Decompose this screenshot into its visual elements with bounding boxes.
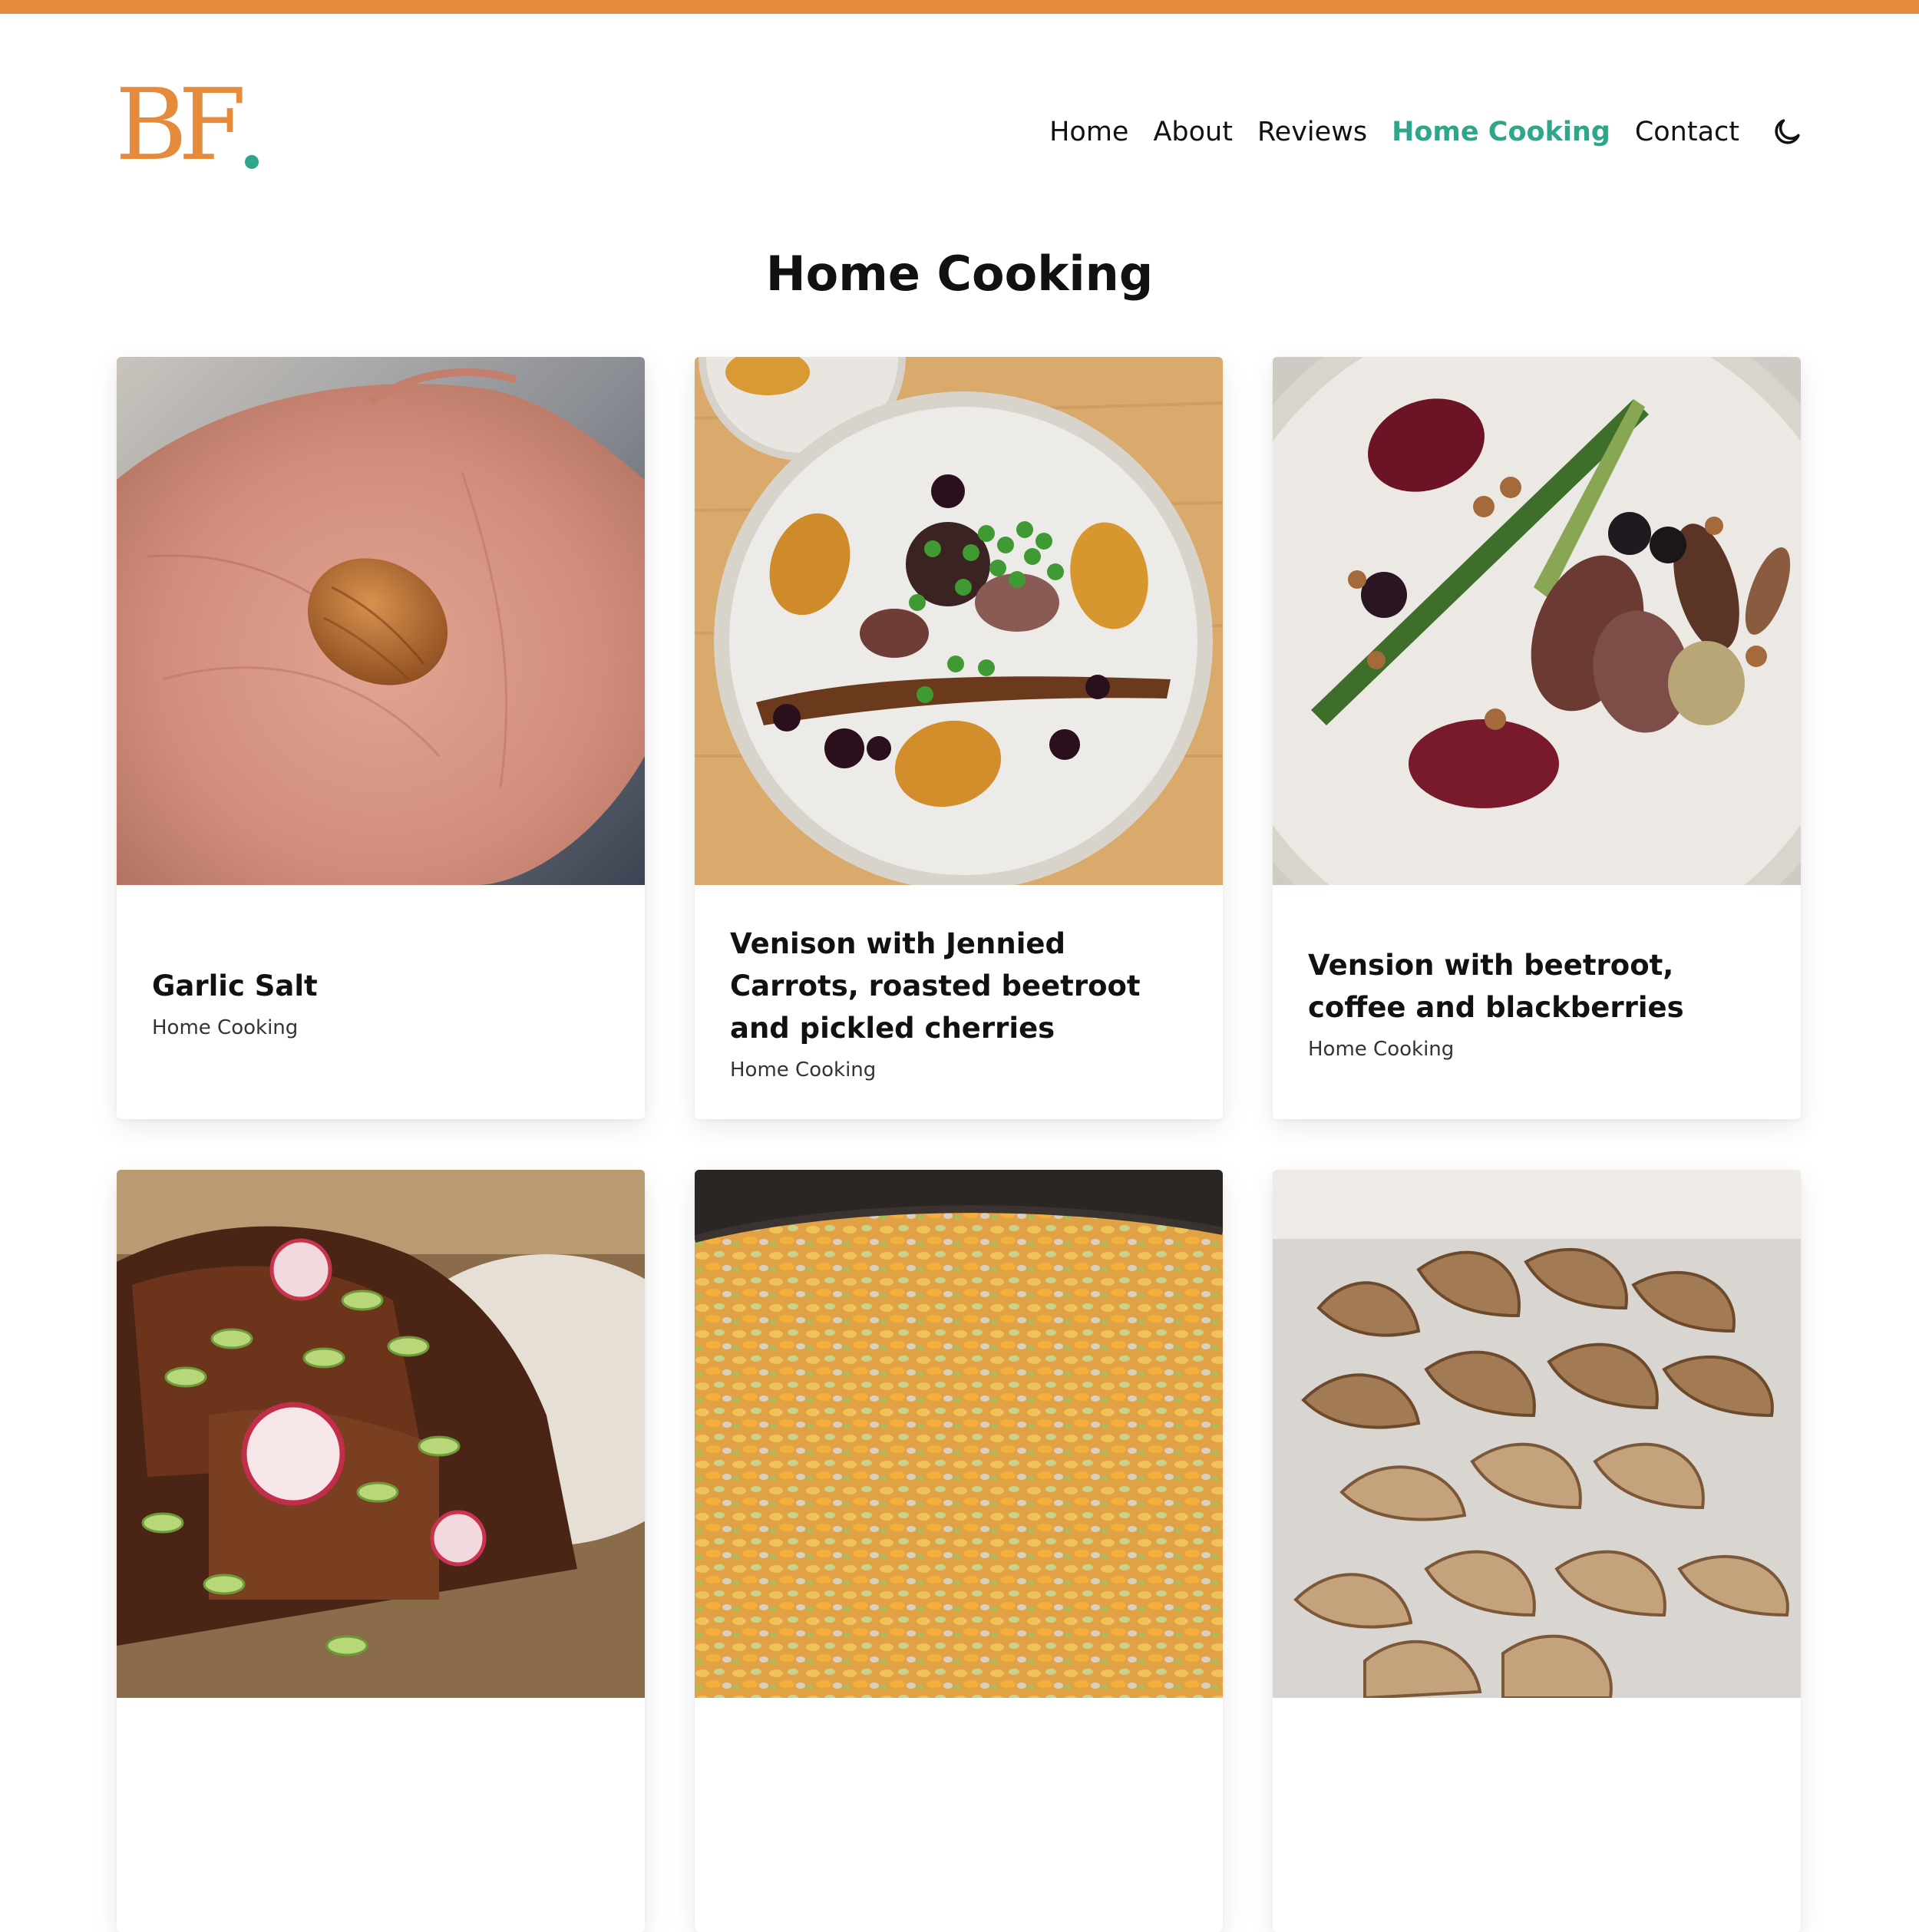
main-nav: Home About Reviews Home Cooking Contact <box>1049 111 1804 153</box>
post-image-dried-mushrooms <box>1273 1170 1801 1698</box>
nav-home[interactable]: Home <box>1049 117 1128 147</box>
post-category[interactable]: Home Cooking <box>152 1016 609 1039</box>
post-card[interactable]: Venison with Jennied Carrots, roasted be… <box>695 357 1223 1119</box>
post-image-dried-flakes <box>695 1170 1223 1698</box>
nav-contact[interactable]: Contact <box>1635 117 1739 147</box>
logo-dot <box>244 155 259 169</box>
post-card[interactable] <box>1273 1170 1801 1932</box>
nav-reviews[interactable]: Reviews <box>1257 117 1367 147</box>
post-card[interactable] <box>117 1170 645 1932</box>
post-category[interactable]: Home Cooking <box>730 1058 1187 1082</box>
post-image-glazed-meat <box>117 1170 645 1698</box>
nav-about[interactable]: About <box>1153 117 1232 147</box>
post-category[interactable]: Home Cooking <box>1308 1038 1765 1061</box>
post-card-body: Vension with beetroot, coffee and blackb… <box>1273 885 1801 1119</box>
top-accent-bar <box>0 0 1919 14</box>
site-logo[interactable]: BF <box>115 77 259 175</box>
post-grid: Garlic Salt Home Cooking Venison with Je… <box>117 357 1802 1932</box>
moon-icon[interactable] <box>1770 115 1804 149</box>
logo-text: BF <box>115 68 246 183</box>
post-title[interactable]: Venison with Jennied Carrots, roasted be… <box>730 923 1187 1049</box>
post-card-body: Venison with Jennied Carrots, roasted be… <box>695 885 1223 1119</box>
post-card-body <box>117 1698 645 1932</box>
post-card-body <box>695 1698 1223 1932</box>
post-card[interactable]: Vension with beetroot, coffee and blackb… <box>1273 357 1801 1119</box>
post-image-garlic <box>117 357 645 885</box>
post-image-venison-carrots <box>695 357 1223 885</box>
page-title: Home Cooking <box>765 246 1154 302</box>
nav-home-cooking[interactable]: Home Cooking <box>1392 117 1610 147</box>
post-title[interactable]: Garlic Salt <box>152 965 609 1007</box>
post-card[interactable]: Garlic Salt Home Cooking <box>117 357 645 1119</box>
post-card[interactable] <box>695 1170 1223 1932</box>
post-image-venison-beetroot <box>1273 357 1801 885</box>
post-card-body <box>1273 1698 1801 1932</box>
post-title[interactable]: Vension with beetroot, coffee and blackb… <box>1308 944 1765 1029</box>
post-card-body: Garlic Salt Home Cooking <box>117 885 645 1119</box>
